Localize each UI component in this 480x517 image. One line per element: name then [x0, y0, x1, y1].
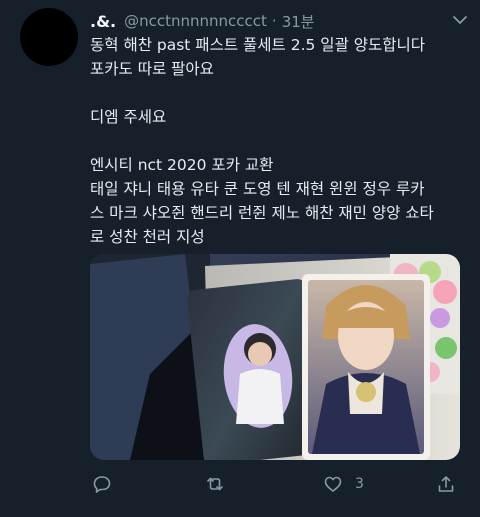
tweet-line: 로 성찬 천러 지성 [90, 228, 205, 246]
timestamp[interactable]: 31분 [282, 11, 315, 32]
photo-image [90, 254, 460, 460]
share-icon [438, 476, 454, 492]
reply-button[interactable] [92, 474, 112, 494]
share-button[interactable] [436, 474, 456, 494]
user-handle[interactable]: @ncctnnnnnncccct [124, 12, 267, 30]
avatar[interactable] [20, 8, 78, 66]
tweet-line [90, 81, 470, 105]
tweet-photo[interactable] [90, 254, 460, 460]
display-name[interactable]: .&. [90, 12, 116, 31]
retweet-icon [207, 477, 223, 491]
tweet-line: 포카도 따로 팔아요 [90, 60, 214, 78]
tweet-line: 엔시티 nct 2020 포카 교환 [90, 156, 274, 174]
chevron-down-icon[interactable] [452, 14, 468, 26]
heart-icon [324, 476, 342, 492]
tweet-line: 동혁 해찬 past 패스트 풀세트 2.5 일괄 양도합니다 [90, 36, 426, 54]
like-count: 3 [355, 476, 364, 492]
reply-icon [93, 476, 111, 493]
tweet-header: .&. @ncctnnnnnncccct · 31분 [90, 10, 468, 32]
separator-dot: · [271, 12, 277, 30]
like-button[interactable]: 3 [323, 474, 364, 494]
tweet-actions: 3 [90, 470, 460, 498]
tweet-text: 동혁 해찬 past 패스트 풀세트 2.5 일괄 양도합니다 포카도 따로 팔… [90, 33, 470, 249]
tweet-line: 스 마크 샤오쥔 핸드리 런쥔 제노 해찬 재민 양양 쇼타 [90, 204, 434, 222]
tweet[interactable]: .&. @ncctnnnnnncccct · 31분 동혁 해찬 past 패스… [0, 0, 480, 517]
tweet-line [90, 129, 470, 153]
tweet-line: 태일 쟈니 태용 유타 쿤 도영 텐 재현 윈윈 정우 루카 [90, 180, 425, 198]
tweet-line: 디엠 주세요 [90, 108, 167, 126]
retweet-button[interactable] [205, 474, 225, 494]
